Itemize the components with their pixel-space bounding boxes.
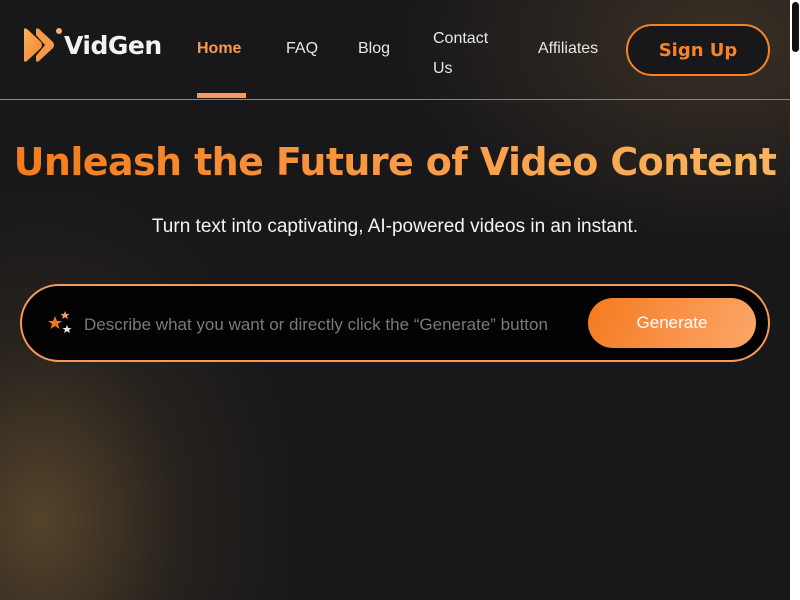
nav-affiliates[interactable]: Affiliates [538,40,598,58]
scrollbar-thumb[interactable] [792,2,799,52]
nav-blog[interactable]: Blog [358,40,390,58]
prompt-bar: Generate [20,284,770,362]
nav-contact-us[interactable]: Contact Us [433,24,488,84]
site-header: VidGen Home FAQ Blog Contact Us Affiliat… [0,0,790,100]
play-forward-logo-icon [24,28,62,62]
hero-subtitle: Turn text into captivating, AI-powered v… [151,216,639,237]
nav-faq[interactable]: FAQ [286,40,318,58]
page: VidGen Home FAQ Blog Contact Us Affiliat… [0,0,790,600]
brand-name: VidGen [64,30,162,60]
logo[interactable]: VidGen [21,26,162,64]
nav-contact-line2: Us [433,60,453,77]
nav-contact-line1: Contact [433,30,489,47]
sparkle-stars-icon [48,311,72,333]
prompt-input[interactable] [84,310,568,340]
sign-up-button[interactable]: Sign Up [626,24,770,76]
nav-home[interactable]: Home [197,40,241,58]
generate-button[interactable]: Generate [588,298,756,348]
scrollbar[interactable] [790,0,800,600]
hero-headline: Unleash the Future of Video Content [0,140,790,184]
active-nav-indicator [197,93,246,98]
